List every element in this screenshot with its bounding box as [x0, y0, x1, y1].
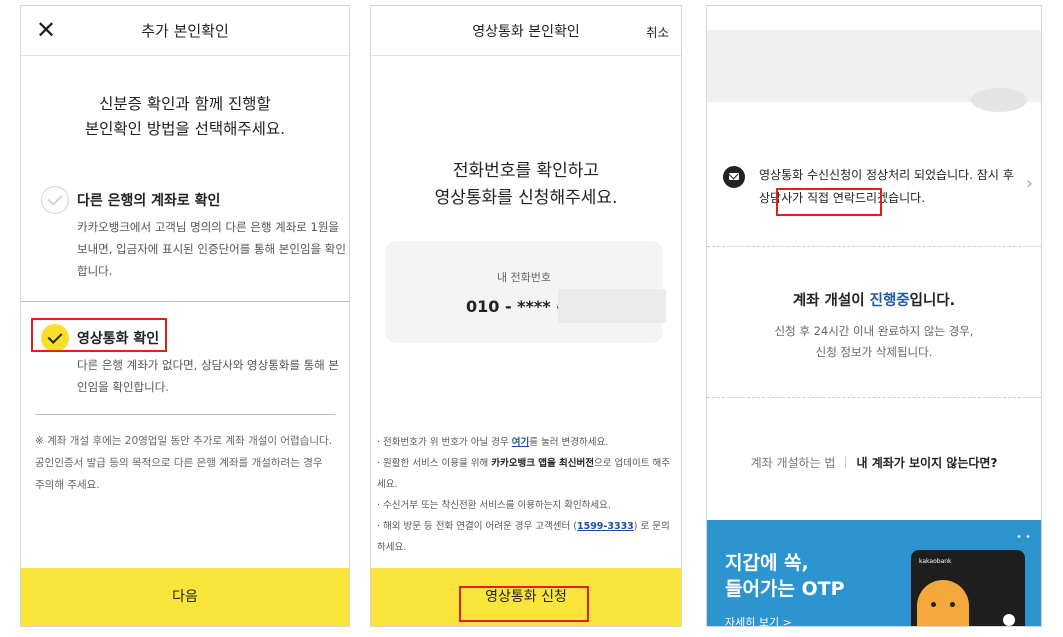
card-logo: kakaobank	[919, 558, 952, 565]
message-highlight-text: 상담사가 직접 연락	[759, 191, 855, 205]
option-description: 카카오뱅크에서 고객님 명의의 다른 은행 계좌로 1원을 보내면, 입금자에 …	[77, 220, 346, 278]
notice-bold-text: 카카오뱅크 앱을 최신버전	[491, 458, 595, 469]
cancel-button[interactable]: 취소	[646, 22, 669, 41]
ad-more-link[interactable]: 자세히 보기 >	[725, 614, 792, 626]
notification-row[interactable]: 영상통화 수신신청이 정상처리 되었습니다. 잠시 후 상담사가 직접 연락드리…	[707, 144, 1041, 220]
customer-center-phone-link[interactable]: 1599-3333	[577, 521, 634, 532]
notice-text: ※ 계좌 개설 후에는 20영업일 동안 추가로 계좌 개설이 어렵습니다. 공…	[35, 435, 333, 491]
header: ✕ 추가 본인확인	[21, 6, 349, 56]
screen-additional-verification: ✕ 추가 본인확인 신분증 확인과 함께 진행할 본인확인 방법을 선택해주세요…	[20, 5, 350, 627]
option-description: 다른 은행 계좌가 없다면, 상담사와 영상통화를 통해 본인임을 확인합니다.	[77, 358, 340, 394]
description-line-2: 신청 정보가 삭제됩니다.	[815, 345, 933, 359]
page-title: 영상통화 본인확인	[472, 24, 580, 40]
check-circle-icon[interactable]	[41, 186, 69, 214]
status-description: 신청 후 24시간 이내 완료하지 않는 경우, 신청 정보가 삭제됩니다.	[707, 321, 1041, 363]
heading-line-1: 신분증 확인과 함께 진행할	[99, 95, 271, 113]
screen-video-call-verification: 영상통화 본인확인 취소 전화번호를 확인하고 영상통화를 신청해주세요. 내 …	[370, 5, 682, 627]
notice-item: · 해외 방문 등 전화 연결이 어려운 경우 고객센터 (1599-3333)…	[377, 516, 671, 558]
message-text: 영상통화 수신신청이 정상처리 되었습니다. 잠시 후	[759, 168, 1014, 182]
phone-number-card: 내 전화번호 010 - **** -	[386, 241, 666, 343]
account-not-visible-link[interactable]: 내 계좌가 보이지 않는다면?	[856, 456, 997, 470]
notification-message: 영상통화 수신신청이 정상처리 되었습니다. 잠시 후 상담사가 직접 연락드리…	[759, 164, 1019, 210]
banner-graphic	[971, 88, 1027, 112]
notice-text: · 해외 방문 등 전화 연결이 어려운 경우 고객센터 (	[377, 521, 577, 532]
instruction-heading: 전화번호를 확인하고 영상통화를 신청해주세요.	[371, 158, 681, 212]
status-highlight: 진행중	[869, 293, 910, 309]
status-box: 계좌 개설이 진행중입니다. 신청 후 24시간 이내 완료하지 않는 경우, …	[707, 246, 1041, 398]
header: 영상통화 본인확인 취소	[371, 6, 681, 56]
screen-application-status: 영상통화 수신신청이 정상처리 되었습니다. 잠시 후 상담사가 직접 연락드리…	[706, 5, 1042, 627]
help-links: 계좌 개설하는 법 내 계좌가 보이지 않는다면?	[707, 454, 1041, 471]
heading-line-1: 전화번호를 확인하고	[452, 161, 600, 181]
notice-text: 를 눌러 변경하세요.	[529, 437, 609, 448]
pagination-dots-icon: • •	[1016, 532, 1031, 543]
message-text: 드리겠습니다.	[854, 191, 926, 205]
description-line-1: 신청 후 24시간 이내 완료하지 않는 경우,	[774, 324, 974, 338]
how-to-open-account-link[interactable]: 계좌 개설하는 법	[751, 456, 836, 470]
change-number-link[interactable]: 여기	[512, 437, 529, 448]
heading-line-2: 본인확인 방법을 선택해주세요.	[84, 120, 286, 138]
notice-text: · 원활한 서비스 이용을 위해	[377, 458, 492, 469]
power-icon	[1003, 614, 1015, 626]
instruction-heading: 신분증 확인과 함께 진행할 본인확인 방법을 선택해주세요.	[21, 92, 349, 142]
heading-line-2: 영상통화를 신청해주세요.	[434, 188, 618, 208]
option-video-call[interactable]: 영상통화 확인 다른 은행 계좌가 없다면, 상담사와 영상통화를 통해 본인임…	[41, 324, 339, 404]
notice-item: · 전화번호가 위 번호가 아닐 경우 여기를 눌러 변경하세요.	[377, 432, 671, 453]
notice-list: · 전화번호가 위 번호가 아닐 경우 여기를 눌러 변경하세요. · 원활한 …	[377, 432, 671, 558]
mail-icon	[723, 166, 745, 188]
status-text: 계좌 개설이	[792, 293, 870, 309]
phone-number: 010 - **** -	[466, 297, 563, 316]
check-circle-selected-icon[interactable]	[41, 324, 69, 352]
ad-line-2: 들어가는 OTP	[725, 578, 845, 600]
notice-item: · 수신거부 또는 착신전환 서비스를 이용하는지 확인하세요.	[377, 500, 611, 511]
status-title: 계좌 개설이 진행중입니다.	[707, 289, 1041, 310]
chevron-right-icon: ›	[1025, 173, 1033, 194]
top-banner-placeholder	[707, 30, 1041, 112]
phone-label: 내 전화번호	[496, 271, 552, 284]
next-button[interactable]: 다음	[21, 568, 349, 626]
notice-item: · 원활한 서비스 이용을 위해 카카오뱅크 앱을 최신버전으로 업데이트 해주…	[377, 453, 671, 495]
divider	[35, 414, 335, 415]
video-call-apply-button[interactable]: 영상통화 신청	[371, 568, 681, 626]
option-other-bank-account[interactable]: 다른 은행의 계좌로 확인 카카오뱅크에서 고객님 명의의 다른 은행 계좌로 …	[41, 186, 346, 296]
option-title: 다른 은행의 계좌로 확인	[77, 193, 221, 209]
page-title: 추가 본인확인	[141, 22, 229, 40]
ad-line-1: 지갑에 쏙,	[725, 552, 809, 574]
ad-headline: 지갑에 쏙, 들어가는 OTP	[725, 550, 845, 602]
phone-number-mask	[558, 289, 666, 323]
notice-text: · 전화번호가 위 번호가 아닐 경우	[377, 437, 512, 448]
divider	[21, 301, 349, 302]
otp-ad-banner[interactable]: 지갑에 쏙, 들어가는 OTP 자세히 보기 > kakaobank • •	[707, 520, 1041, 626]
link-separator	[845, 456, 847, 468]
status-text: 입니다.	[909, 293, 956, 309]
option-title: 영상통화 확인	[77, 331, 160, 347]
character-illustration	[917, 580, 969, 626]
